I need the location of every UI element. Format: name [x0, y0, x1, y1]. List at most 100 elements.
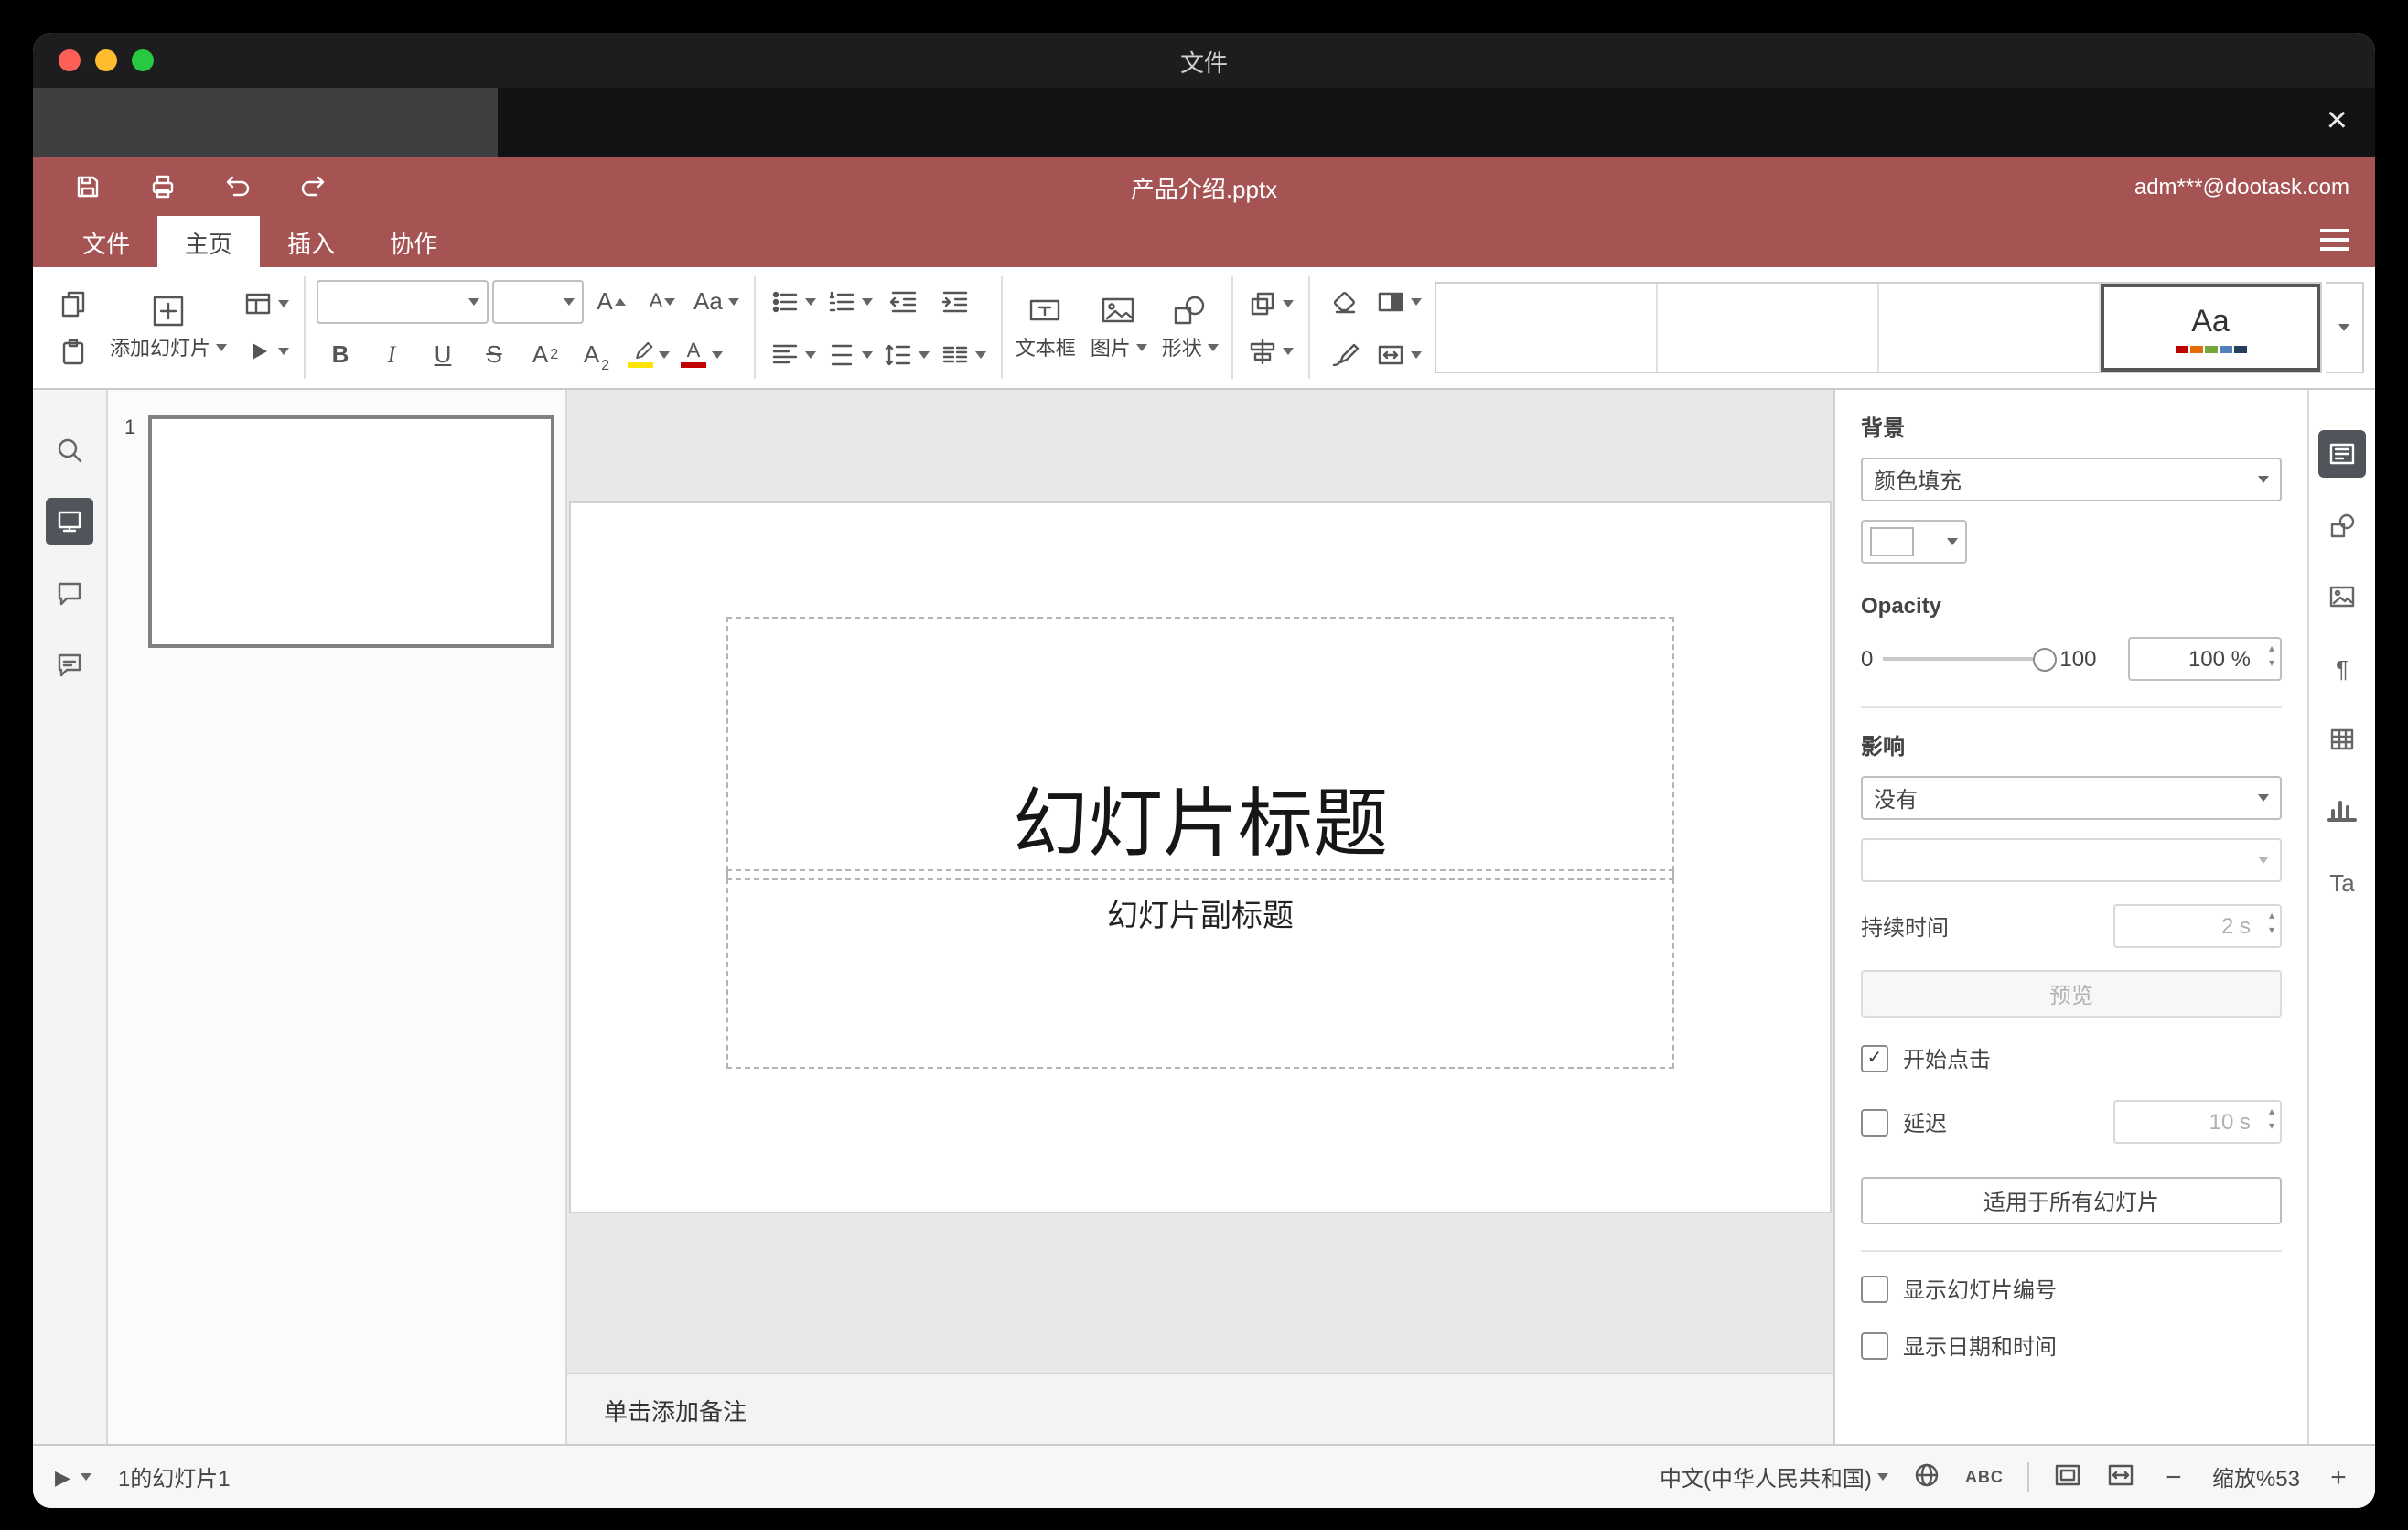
save-button[interactable] [66, 165, 110, 209]
line-spacing-button[interactable] [880, 332, 933, 376]
numbered-list-button[interactable] [823, 279, 876, 323]
effect-type-select[interactable] [1861, 838, 2282, 882]
insert-textbox-button[interactable]: 文本框 [1008, 267, 1083, 388]
font-color-button[interactable]: A [677, 332, 726, 376]
copy-button[interactable] [49, 282, 97, 326]
clipboard-group [44, 267, 102, 388]
right-toolbar: ¶ Ta [2307, 390, 2375, 1444]
decrease-indent-button[interactable] [880, 279, 928, 323]
slide-size-button[interactable] [1372, 332, 1425, 376]
language-selector[interactable]: 中文(中华人民共和国) [1660, 1461, 1888, 1492]
show-slide-number-checkbox[interactable] [1861, 1276, 1888, 1303]
spinner-arrows[interactable]: ▴ ▾ [2269, 910, 2274, 939]
slider-knob[interactable] [2032, 648, 2057, 672]
slide-canvas[interactable]: 幻灯片标题 幻灯片副标题 [567, 390, 1833, 1373]
image-settings-button[interactable] [2318, 573, 2366, 620]
zoom-window-button[interactable] [132, 49, 154, 71]
zoom-in-button[interactable]: + [2324, 1461, 2353, 1492]
arrange-shape-button[interactable] [1244, 282, 1297, 326]
shape-settings-button[interactable] [2318, 501, 2366, 549]
delay-spinner[interactable]: 10 s ▴ ▾ [2113, 1100, 2282, 1144]
font-size-select[interactable] [492, 279, 584, 323]
bullet-list-button[interactable] [767, 279, 820, 323]
fit-width-button[interactable] [2106, 1460, 2135, 1494]
search-button[interactable] [46, 426, 93, 474]
insert-image-button[interactable]: 图片 [1083, 267, 1155, 388]
document-language-button[interactable] [1912, 1460, 1941, 1494]
textbox-icon [1030, 299, 1061, 321]
spinner-arrows[interactable]: ▴ ▾ [2269, 1105, 2274, 1135]
insert-shape-button[interactable]: 形状 [1155, 267, 1226, 388]
decrease-indent-icon [889, 290, 917, 312]
background-color-select[interactable] [1861, 520, 1967, 564]
effect-select[interactable]: 没有 [1861, 776, 2282, 820]
preview-button[interactable]: 预览 [1861, 970, 2282, 1018]
slide[interactable]: 幻灯片标题 幻灯片副标题 [571, 503, 1830, 1212]
highlight-color-button[interactable] [624, 332, 673, 376]
background-fill-select[interactable]: 颜色填充 [1861, 458, 2282, 501]
start-preview-button[interactable] [240, 329, 293, 373]
undo-button[interactable] [216, 165, 260, 209]
horizontal-align-button[interactable] [767, 332, 820, 376]
zoom-out-button[interactable]: − [2159, 1461, 2188, 1492]
start-on-click-checkbox[interactable]: ✓ [1861, 1045, 1888, 1072]
print-button[interactable] [141, 165, 185, 209]
close-window-button[interactable] [59, 49, 81, 71]
slide-thumbnail[interactable] [148, 415, 554, 648]
notes-area[interactable]: 单击添加备注 [567, 1373, 1833, 1444]
theme-option[interactable] [1436, 284, 1658, 372]
spinner-arrows[interactable]: ▴ ▾ [2269, 642, 2274, 672]
duration-spinner[interactable]: 2 s ▴ ▾ [2113, 904, 2282, 948]
decrease-font-button[interactable]: A [639, 279, 686, 323]
font-name-select[interactable] [317, 279, 489, 323]
subtitle-placeholder[interactable]: 幻灯片副标题 [726, 869, 1674, 1069]
theme-option[interactable] [1658, 284, 1879, 372]
columns-button[interactable] [937, 332, 990, 376]
start-slideshow-button[interactable]: ▶ [55, 1465, 92, 1489]
superscript-button[interactable]: A2 [521, 332, 569, 376]
show-date-time-checkbox[interactable] [1861, 1332, 1888, 1360]
increase-indent-button[interactable] [931, 279, 979, 323]
change-case-button[interactable]: Aa [690, 279, 743, 323]
opacity-slider[interactable] [1882, 648, 2057, 672]
italic-button[interactable]: I [368, 332, 415, 376]
subscript-button[interactable]: A2 [573, 332, 620, 376]
close-icon[interactable]: × [2327, 99, 2348, 143]
copy-style-button[interactable] [1321, 332, 1369, 376]
tab-home[interactable]: 主页 [157, 216, 261, 267]
tab-insert[interactable]: 插入 [260, 216, 362, 267]
redo-button[interactable] [291, 165, 335, 209]
increase-font-button[interactable]: A [587, 279, 635, 323]
table-settings-button[interactable] [2318, 716, 2366, 763]
theme-gallery-expand-button[interactable] [2326, 282, 2364, 373]
delay-checkbox[interactable] [1861, 1108, 1888, 1136]
paste-button[interactable] [49, 329, 97, 373]
align-shape-button[interactable] [1244, 329, 1297, 373]
tab-collaboration[interactable]: 协作 [362, 216, 465, 267]
opacity-spinner[interactable]: 100 % ▴ ▾ [2128, 637, 2282, 681]
menu-icon[interactable] [2320, 229, 2349, 251]
spellcheck-button[interactable]: ABC [1965, 1468, 2004, 1486]
slides-panel-button[interactable] [46, 498, 93, 545]
slide-settings-button[interactable] [2318, 430, 2366, 478]
clear-style-button[interactable] [1321, 279, 1369, 323]
strikeout-button[interactable]: S [470, 332, 518, 376]
theme-option-selected[interactable]: Aa [2101, 284, 2321, 372]
underline-button[interactable]: U [419, 332, 467, 376]
bold-button[interactable]: B [317, 332, 364, 376]
change-slide-fill-button[interactable] [1372, 279, 1425, 323]
apply-to-all-slides-button[interactable]: 适用于所有幻灯片 [1861, 1177, 2282, 1224]
chat-button[interactable] [46, 641, 93, 688]
textart-settings-button[interactable]: Ta [2318, 858, 2366, 906]
theme-option[interactable] [1879, 284, 2101, 372]
add-slide-button[interactable]: 添加幻灯片 [102, 267, 234, 388]
paragraph-settings-button[interactable]: ¶ [2318, 644, 2366, 692]
chart-settings-button[interactable] [2318, 787, 2366, 835]
slide-layout-button[interactable] [240, 282, 293, 326]
title-placeholder[interactable]: 幻灯片标题 [726, 617, 1674, 880]
fit-slide-button[interactable] [2053, 1460, 2082, 1494]
comments-button[interactable] [46, 569, 93, 617]
tab-file[interactable]: 文件 [55, 216, 157, 267]
vertical-align-button[interactable] [823, 332, 876, 376]
minimize-window-button[interactable] [95, 49, 117, 71]
